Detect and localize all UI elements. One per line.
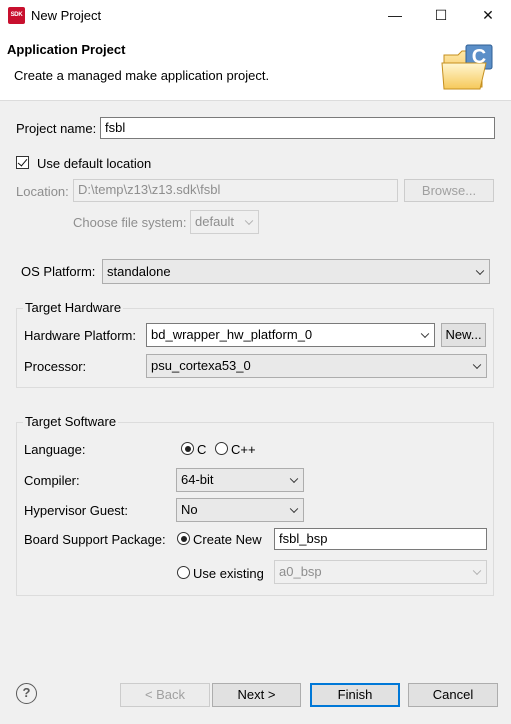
bsp-create-new-label: Create New	[193, 532, 262, 547]
compiler-value: 64-bit	[181, 472, 214, 487]
compiler-select[interactable]: 64-bit	[176, 468, 304, 492]
compiler-label: Compiler:	[24, 473, 80, 488]
hypervisor-guest-select[interactable]: No	[176, 498, 304, 522]
back-button[interactable]: < Back	[120, 683, 210, 707]
hardware-platform-value: bd_wrapper_hw_platform_0	[151, 327, 313, 342]
hypervisor-guest-label: Hypervisor Guest:	[24, 503, 129, 518]
target-hardware-title: Target Hardware	[23, 300, 124, 315]
page-title: Application Project	[7, 42, 126, 57]
language-c-label: C	[197, 442, 207, 457]
maximize-button[interactable]: ☐	[418, 0, 464, 31]
bsp-use-existing-label: Use existing	[193, 566, 264, 581]
folder-c-letter: C	[472, 46, 486, 68]
bsp-label: Board Support Package:	[24, 532, 166, 547]
location-label: Location:	[16, 184, 69, 199]
help-icon[interactable]: ?	[16, 683, 37, 704]
sdk-app-icon: SDK	[8, 7, 25, 24]
project-name-label: Project name:	[16, 121, 97, 136]
page-description: Create a managed make application projec…	[14, 68, 270, 83]
bsp-use-existing-radio[interactable]	[177, 566, 190, 579]
bsp-create-new-radio[interactable]	[177, 532, 190, 545]
chevron-down-icon	[472, 360, 482, 370]
cancel-button[interactable]: Cancel	[408, 683, 498, 707]
bsp-existing-value: a0_bsp	[279, 564, 322, 579]
use-default-location-label: Use default location	[37, 156, 152, 171]
location-input[interactable]: D:\temp\z13\z13.sdk\fsbl	[73, 179, 398, 202]
new-hardware-platform-button[interactable]: New...	[441, 323, 486, 347]
language-c-radio[interactable]	[181, 442, 194, 455]
processor-label: Processor:	[24, 359, 87, 374]
processor-value: psu_cortexa53_0	[151, 358, 251, 373]
hypervisor-guest-value: No	[181, 502, 198, 517]
os-platform-select[interactable]: standalone	[102, 259, 490, 284]
bsp-name-input[interactable]: fsbl_bsp	[274, 528, 487, 550]
target-software-title: Target Software	[23, 414, 119, 429]
language-label: Language:	[24, 442, 86, 457]
os-platform-value: standalone	[107, 264, 171, 279]
chevron-down-icon	[475, 266, 485, 275]
file-system-select[interactable]: default	[190, 210, 259, 234]
bsp-existing-select[interactable]: a0_bsp	[274, 560, 487, 584]
file-system-value: default	[195, 214, 235, 229]
file-system-label: Choose file system:	[73, 215, 187, 230]
project-name-input[interactable]: fsbl	[100, 117, 495, 139]
chevron-down-icon	[472, 566, 482, 576]
chevron-down-icon	[289, 474, 299, 484]
chevron-down-icon	[420, 329, 430, 339]
os-platform-label: OS Platform:	[21, 264, 96, 279]
minimize-button[interactable]: —	[372, 0, 418, 31]
language-cpp-radio[interactable]	[215, 442, 228, 455]
processor-select[interactable]: psu_cortexa53_0	[146, 354, 487, 378]
hardware-platform-select[interactable]: bd_wrapper_hw_platform_0	[146, 323, 435, 347]
chevron-down-icon	[244, 216, 254, 226]
close-button[interactable]: ✕	[465, 0, 511, 31]
browse-button[interactable]: Browse...	[404, 179, 494, 202]
use-default-location-checkbox[interactable]	[16, 156, 29, 169]
finish-button[interactable]: Finish	[310, 683, 400, 707]
window-title: New Project	[31, 8, 102, 23]
hardware-platform-label: Hardware Platform:	[24, 328, 136, 343]
language-cpp-label: C++	[231, 442, 256, 457]
folder-c-icon: C	[441, 44, 493, 90]
chevron-down-icon	[289, 504, 299, 514]
next-button[interactable]: Next >	[212, 683, 301, 707]
